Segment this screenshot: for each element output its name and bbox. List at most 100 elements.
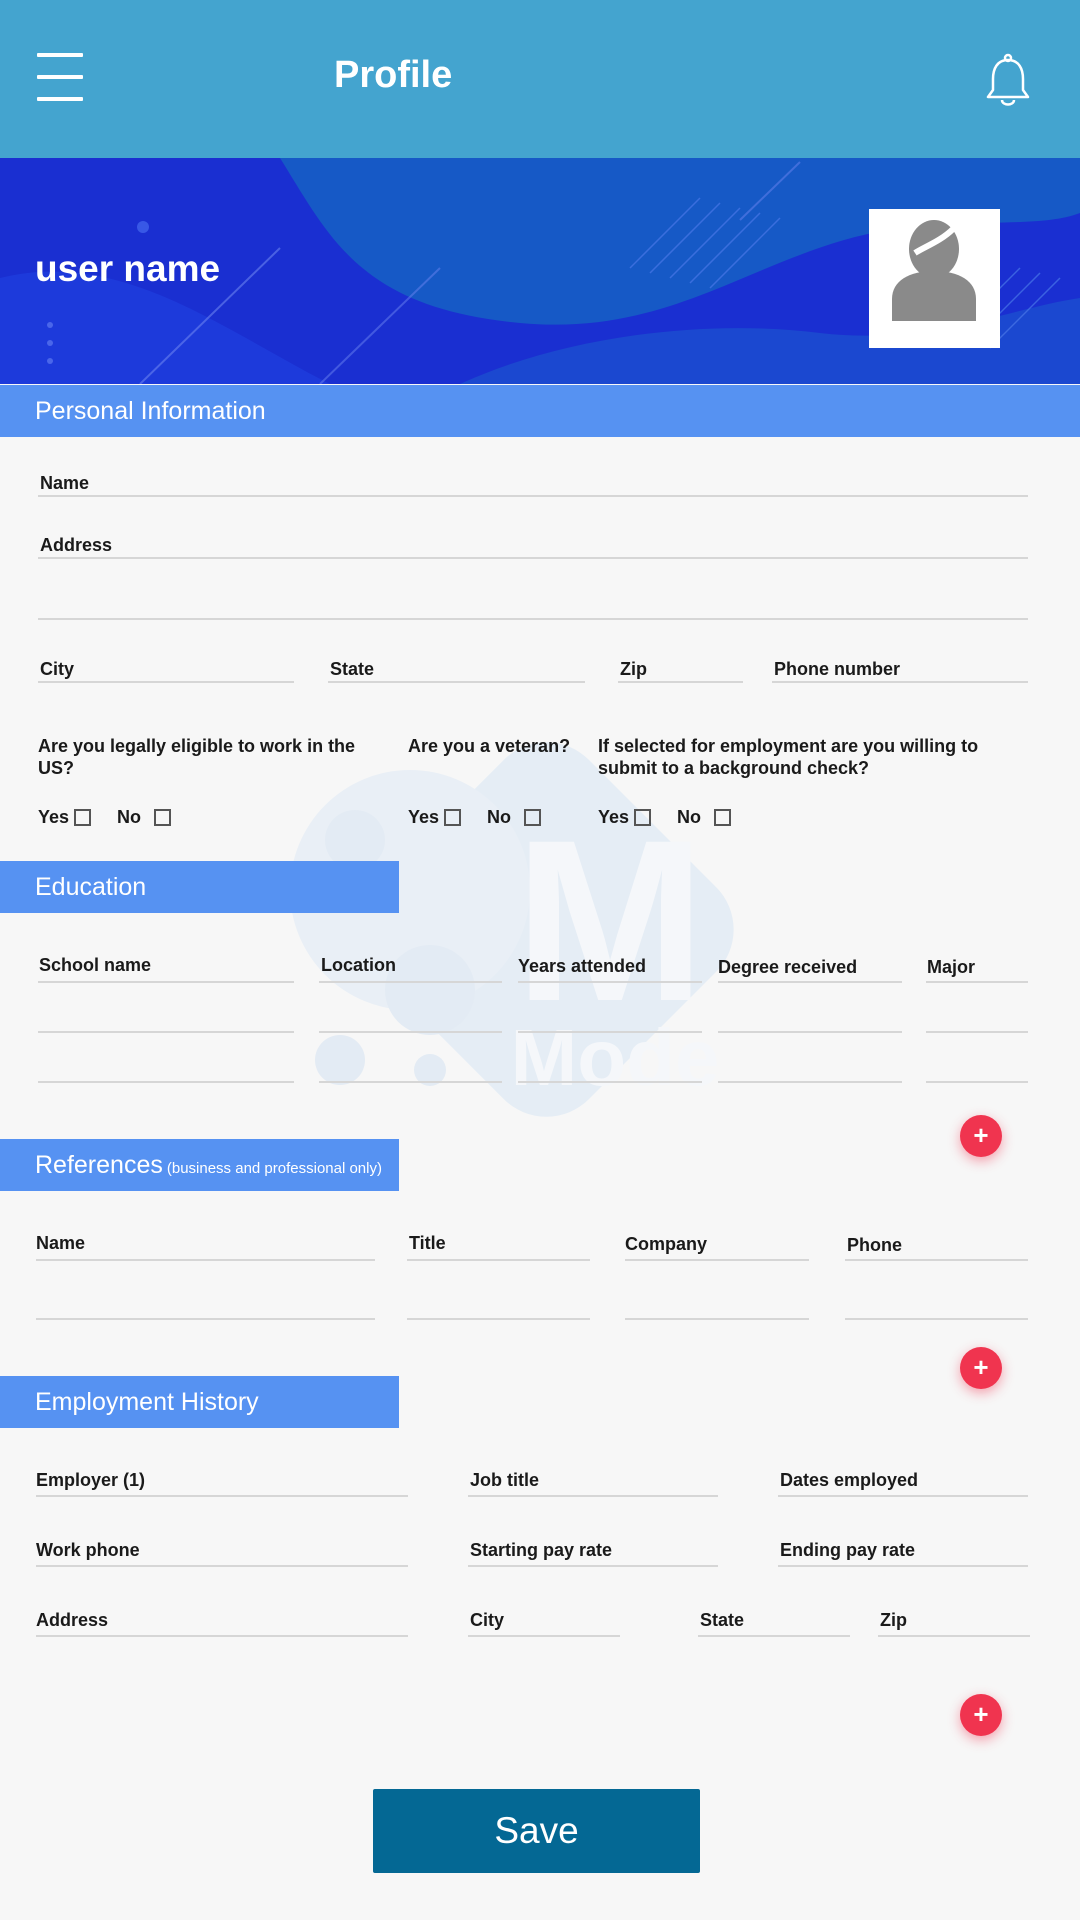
menu-icon-bar bbox=[37, 75, 83, 79]
menu-icon-bar bbox=[37, 97, 83, 101]
education-col-location: Location bbox=[321, 955, 396, 975]
address-field[interactable] bbox=[38, 557, 1028, 559]
veteran-yes-label: Yes bbox=[408, 807, 440, 827]
education-col-school: School name bbox=[39, 955, 152, 975]
references-col-company: Company bbox=[625, 1234, 708, 1254]
reference-company-field[interactable] bbox=[625, 1318, 809, 1320]
references-col-phone: Phone bbox=[847, 1235, 903, 1255]
add-reference-button[interactable]: + bbox=[960, 1347, 1002, 1389]
employer-city-field[interactable] bbox=[468, 1635, 620, 1637]
starting-pay-field[interactable] bbox=[468, 1565, 718, 1567]
menu-button[interactable] bbox=[37, 53, 83, 103]
zip-label: Zip bbox=[620, 659, 647, 679]
name-label: Name bbox=[40, 473, 90, 493]
veteran-yes-checkbox[interactable] bbox=[444, 809, 461, 826]
education-col-major: Major bbox=[927, 957, 976, 977]
education-years-field[interactable] bbox=[518, 1081, 702, 1083]
add-employment-button[interactable]: + bbox=[960, 1694, 1002, 1736]
background-no-label: No bbox=[677, 807, 701, 827]
background-yes-checkbox[interactable] bbox=[634, 809, 651, 826]
education-degree-field[interactable] bbox=[718, 1031, 902, 1033]
work-phone-field[interactable] bbox=[36, 1565, 408, 1567]
address-line-2-field[interactable] bbox=[38, 618, 1028, 620]
references-col-title: Title bbox=[409, 1233, 446, 1253]
plus-icon: + bbox=[973, 1352, 989, 1382]
notifications-button[interactable] bbox=[985, 52, 1031, 108]
section-header-employment: Employment History bbox=[0, 1376, 399, 1428]
employer-state-label: State bbox=[700, 1610, 745, 1630]
education-col-degree: Degree received bbox=[718, 957, 858, 977]
ending-pay-field[interactable] bbox=[778, 1565, 1028, 1567]
phone-label: Phone number bbox=[774, 659, 901, 679]
svg-text:M: M bbox=[514, 792, 706, 1049]
profile-banner: user name bbox=[0, 158, 1080, 384]
section-title: Personal Information bbox=[35, 397, 266, 425]
section-header-references: References (business and professional onl… bbox=[0, 1139, 399, 1191]
section-header-education: Education bbox=[0, 861, 399, 913]
reference-phone-field[interactable] bbox=[845, 1318, 1028, 1320]
user-name: user name bbox=[35, 248, 221, 289]
education-major-field[interactable] bbox=[926, 1081, 1028, 1083]
section-title: Employment History bbox=[35, 1388, 259, 1416]
education-header-line bbox=[319, 981, 502, 983]
education-header-line bbox=[926, 981, 1028, 983]
add-education-button[interactable]: + bbox=[960, 1115, 1002, 1157]
education-school-field[interactable] bbox=[38, 1081, 294, 1083]
menu-icon-bar bbox=[37, 53, 83, 57]
work-phone-label: Work phone bbox=[36, 1540, 140, 1560]
starting-pay-label: Starting pay rate bbox=[470, 1540, 613, 1560]
save-button[interactable]: Save bbox=[373, 1789, 700, 1873]
section-title: Education bbox=[35, 873, 147, 901]
name-field[interactable] bbox=[38, 495, 1028, 497]
education-header-line bbox=[518, 981, 702, 983]
references-header-line bbox=[845, 1259, 1028, 1261]
background-no-checkbox[interactable] bbox=[714, 809, 731, 826]
education-header-line bbox=[718, 981, 902, 983]
bell-icon bbox=[986, 53, 1030, 106]
eligible-yes-checkbox[interactable] bbox=[74, 809, 91, 826]
city-field[interactable] bbox=[38, 681, 294, 683]
watermark-text: Mode bbox=[511, 1013, 720, 1102]
zip-field[interactable] bbox=[618, 681, 743, 683]
employer-address-field[interactable] bbox=[36, 1635, 408, 1637]
education-years-field[interactable] bbox=[518, 1031, 702, 1033]
state-label: State bbox=[330, 659, 375, 679]
employer-zip-label: Zip bbox=[880, 1610, 907, 1630]
education-degree-field[interactable] bbox=[718, 1081, 902, 1083]
question-veteran: Are you a veteran? bbox=[408, 736, 571, 756]
veteran-no-checkbox[interactable] bbox=[524, 809, 541, 826]
reference-title-field[interactable] bbox=[407, 1318, 590, 1320]
employer-field[interactable] bbox=[36, 1495, 408, 1497]
education-major-field[interactable] bbox=[926, 1031, 1028, 1033]
job-title-field[interactable] bbox=[468, 1495, 718, 1497]
education-location-field[interactable] bbox=[319, 1031, 502, 1033]
education-school-field[interactable] bbox=[38, 1031, 294, 1033]
employer-label: Employer (1) bbox=[36, 1470, 146, 1490]
employer-zip-field[interactable] bbox=[878, 1635, 1030, 1637]
veteran-no-label: No bbox=[487, 807, 511, 827]
plus-icon: + bbox=[973, 1699, 989, 1729]
references-col-name: Name bbox=[36, 1233, 86, 1253]
employer-city-label: City bbox=[470, 1610, 505, 1630]
avatar[interactable] bbox=[869, 209, 1000, 348]
eligible-no-checkbox[interactable] bbox=[154, 809, 171, 826]
section-note: (business and professional only) bbox=[166, 1160, 382, 1177]
app-bar: Profile bbox=[0, 0, 1080, 158]
phone-field[interactable] bbox=[772, 681, 1028, 683]
references-header-line bbox=[36, 1259, 375, 1261]
state-field[interactable] bbox=[328, 681, 585, 683]
reference-name-field[interactable] bbox=[36, 1318, 375, 1320]
eligible-no-label: No bbox=[117, 807, 141, 827]
address-label: Address bbox=[40, 535, 113, 555]
references-header-line bbox=[407, 1259, 590, 1261]
education-header-line bbox=[38, 981, 294, 983]
section-header-personal: Personal Information bbox=[0, 385, 1080, 437]
question-eligible: Are you legally eligible to work in the … bbox=[38, 736, 356, 778]
dates-employed-field[interactable] bbox=[778, 1495, 1028, 1497]
education-location-field[interactable] bbox=[319, 1081, 502, 1083]
city-label: City bbox=[40, 659, 75, 679]
background-yes-label: Yes bbox=[598, 807, 630, 827]
section-title: References bbox=[35, 1151, 163, 1179]
employer-state-field[interactable] bbox=[698, 1635, 850, 1637]
employer-address-label: Address bbox=[36, 1610, 109, 1630]
